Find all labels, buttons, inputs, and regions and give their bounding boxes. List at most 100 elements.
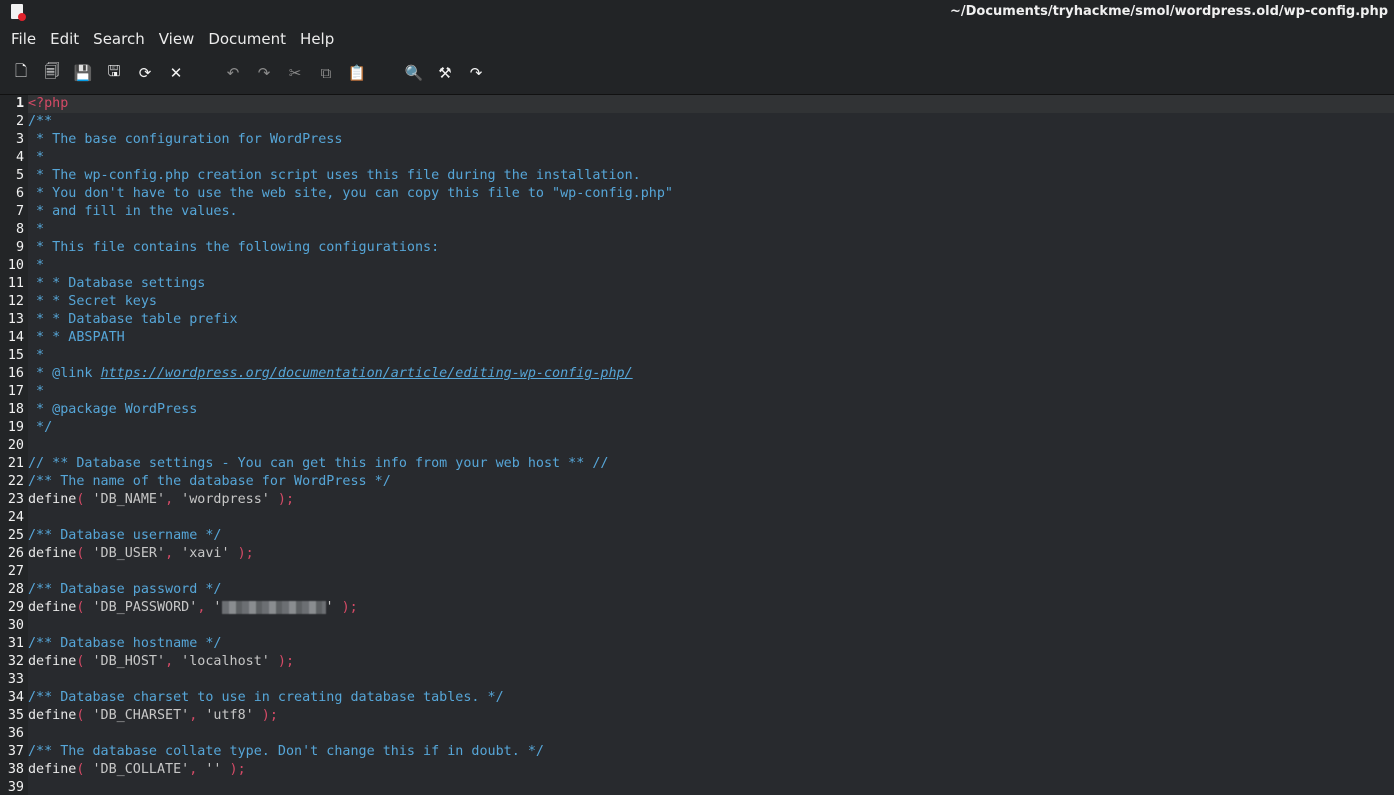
code-line[interactable]: 25/** Database username */ xyxy=(0,527,1394,545)
code-line[interactable]: 17 * xyxy=(0,383,1394,401)
code-line[interactable]: 4 * xyxy=(0,149,1394,167)
save-as-icon[interactable]: 🖫 xyxy=(101,60,127,86)
paste-icon[interactable]: 📋 xyxy=(344,60,370,86)
code-line[interactable]: 19 */ xyxy=(0,419,1394,437)
code-line[interactable]: 10 * xyxy=(0,257,1394,275)
code-token: 'wordpress' xyxy=(173,492,270,507)
code-token: ' xyxy=(325,600,334,615)
code-line[interactable]: 11 * * Database settings xyxy=(0,275,1394,293)
menu-help[interactable]: Help xyxy=(293,30,341,48)
line-code: * xyxy=(28,149,44,167)
code-line[interactable]: 22/** The name of the database for WordP… xyxy=(0,473,1394,491)
code-line[interactable]: 31/** Database hostname */ xyxy=(0,635,1394,653)
redo-icon[interactable]: ↷ xyxy=(251,60,277,86)
line-number: 3 xyxy=(0,131,28,149)
code-token: <?php xyxy=(28,96,69,111)
code-line[interactable]: 6 * You don't have to use the web site, … xyxy=(0,185,1394,203)
code-line[interactable]: 9 * This file contains the following con… xyxy=(0,239,1394,257)
copy-icon[interactable]: ⧉ xyxy=(313,60,339,86)
undo-icon[interactable]: ↶ xyxy=(220,60,246,86)
line-number: 17 xyxy=(0,383,28,401)
code-line[interactable]: 21// ** Database settings - You can get … xyxy=(0,455,1394,473)
goto-line-icon[interactable]: ↷ xyxy=(463,60,489,86)
line-number: 26 xyxy=(0,545,28,563)
menu-bar: File Edit Search View Document Help xyxy=(0,24,1394,54)
line-code: * xyxy=(28,221,44,239)
code-line[interactable]: 16 * @link https://wordpress.org/documen… xyxy=(0,365,1394,383)
line-number: 11 xyxy=(0,275,28,293)
code-line[interactable]: 14 * * ABSPATH xyxy=(0,329,1394,347)
line-code: /** xyxy=(28,113,52,131)
code-line[interactable]: 26 define( 'DB_USER', 'xavi' ); xyxy=(0,545,1394,563)
code-line[interactable]: 8 * xyxy=(0,221,1394,239)
line-number: 13 xyxy=(0,311,28,329)
code-line[interactable]: 3 * The base configuration for WordPress xyxy=(0,131,1394,149)
redacted-password xyxy=(221,600,326,614)
code-token: 'xavi' xyxy=(173,546,230,561)
line-code: * * Secret keys xyxy=(28,293,157,311)
code-line[interactable]: 18 * @package WordPress xyxy=(0,401,1394,419)
code-token: define xyxy=(28,546,77,561)
code-line[interactable]: 35 define( 'DB_CHARSET', 'utf8' ); xyxy=(0,707,1394,725)
line-number: 18 xyxy=(0,401,28,419)
save-icon[interactable]: 💾 xyxy=(70,60,96,86)
line-number: 22 xyxy=(0,473,28,491)
code-token: * @package WordPress xyxy=(28,402,198,417)
code-line[interactable]: 12 * * Secret keys xyxy=(0,293,1394,311)
code-line[interactable]: 20 xyxy=(0,437,1394,455)
code-line[interactable]: 33 xyxy=(0,671,1394,689)
code-line[interactable]: 23 define( 'DB_NAME', 'wordpress' ); xyxy=(0,491,1394,509)
cut-icon[interactable]: ✂ xyxy=(282,60,308,86)
code-line[interactable]: 2/** xyxy=(0,113,1394,131)
menu-file[interactable]: File xyxy=(4,30,43,48)
line-code: define( 'DB_NAME', 'wordpress' ); xyxy=(28,491,294,509)
line-number: 31 xyxy=(0,635,28,653)
search-icon[interactable]: 🔍 xyxy=(401,60,427,86)
code-line[interactable]: 30 xyxy=(0,617,1394,635)
code-token: ); xyxy=(229,546,254,561)
code-line[interactable]: 7 * and fill in the values. xyxy=(0,203,1394,221)
menu-document[interactable]: Document xyxy=(201,30,293,48)
code-token: * * Database table prefix xyxy=(28,312,238,327)
open-document-icon[interactable]: 🗐 xyxy=(39,60,65,86)
line-code: * You don't have to use the web site, yo… xyxy=(28,185,673,203)
code-line[interactable]: 24 xyxy=(0,509,1394,527)
code-token: , xyxy=(165,546,174,561)
code-line[interactable]: 32 define( 'DB_HOST', 'localhost' ); xyxy=(0,653,1394,671)
code-line[interactable]: 29 define( 'DB_PASSWORD', ' ' ); xyxy=(0,599,1394,617)
code-token: define xyxy=(28,492,77,507)
menu-search[interactable]: Search xyxy=(86,30,152,48)
code-token: * @link xyxy=(28,366,101,381)
menu-edit[interactable]: Edit xyxy=(43,30,86,48)
new-document-icon[interactable]: 🗋 xyxy=(8,60,34,86)
reload-icon[interactable]: ⟳ xyxy=(132,60,158,86)
line-number: 6 xyxy=(0,185,28,203)
code-line[interactable]: 39 xyxy=(0,779,1394,795)
code-token: * * ABSPATH xyxy=(28,330,125,345)
code-line[interactable]: 15 * xyxy=(0,347,1394,365)
text-editor[interactable]: 1 <?php 2/** 3 * The base configuration for… xyxy=(0,94,1394,795)
code-line[interactable]: 36 xyxy=(0,725,1394,743)
code-line[interactable]: 1 <?php xyxy=(0,95,1394,113)
code-token: define xyxy=(28,762,77,777)
code-line[interactable]: 34/** Database charset to use in creatin… xyxy=(0,689,1394,707)
line-number: 7 xyxy=(0,203,28,221)
menu-view[interactable]: View xyxy=(152,30,202,48)
code-token: * The base configuration for WordPress xyxy=(28,132,343,147)
line-code: define( 'DB_CHARSET', 'utf8' ); xyxy=(28,707,278,725)
code-line[interactable]: 28/** Database password */ xyxy=(0,581,1394,599)
line-code: */ xyxy=(28,419,52,437)
code-token: ); xyxy=(221,762,246,777)
replace-icon[interactable]: ⚒ xyxy=(432,60,458,86)
code-line[interactable]: 38 define( 'DB_COLLATE', '' ); xyxy=(0,761,1394,779)
code-line[interactable]: 37/** The database collate type. Don't c… xyxy=(0,743,1394,761)
doc-link[interactable]: https://wordpress.org/documentation/arti… xyxy=(101,366,633,381)
code-token: 'localhost' xyxy=(173,654,270,669)
code-line[interactable]: 13 * * Database table prefix xyxy=(0,311,1394,329)
code-line[interactable]: 5 * The wp-config.php creation script us… xyxy=(0,167,1394,185)
close-icon[interactable]: ✕ xyxy=(163,60,189,86)
code-token: ); xyxy=(253,708,278,723)
code-line[interactable]: 27 xyxy=(0,563,1394,581)
line-number: 34 xyxy=(0,689,28,707)
code-token: 'DB_PASSWORD' xyxy=(84,600,198,615)
